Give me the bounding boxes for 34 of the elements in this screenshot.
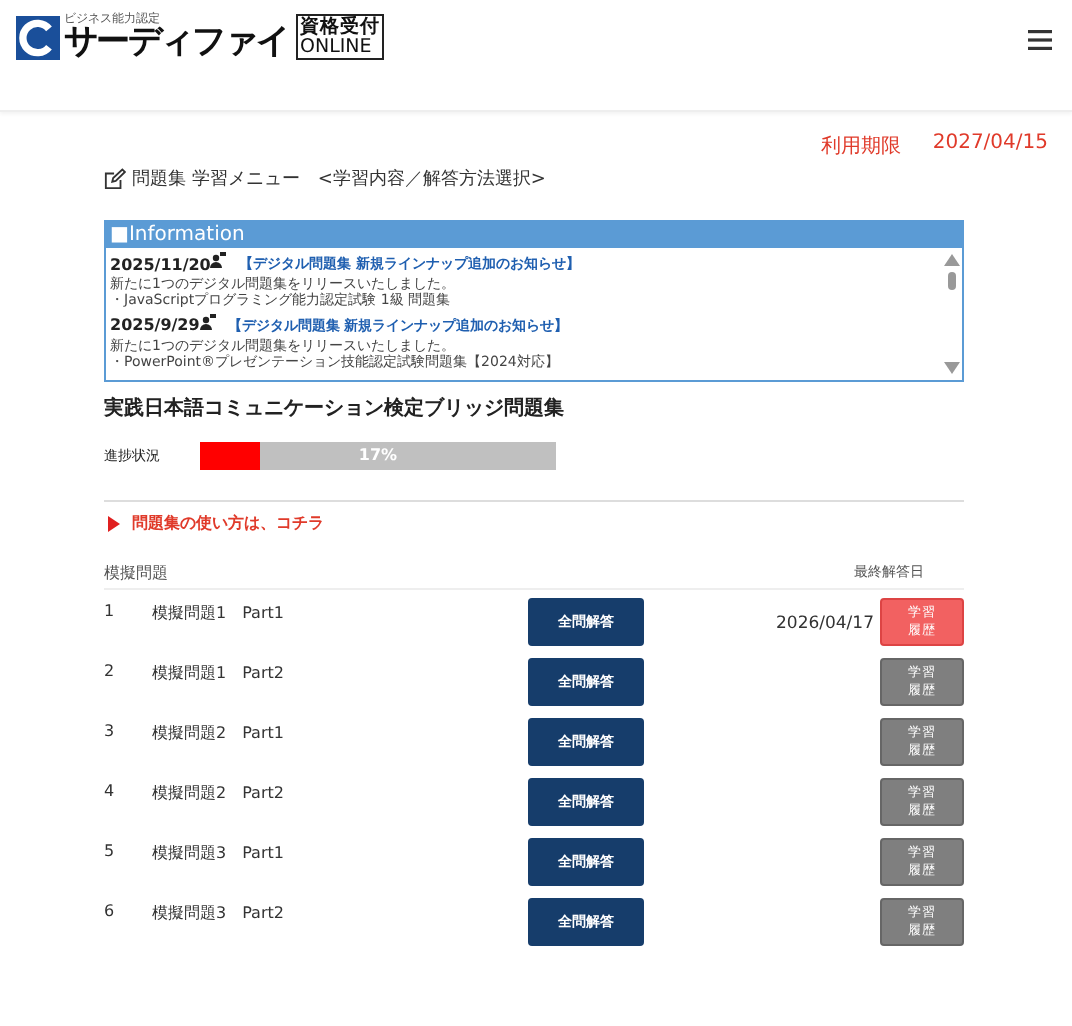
- exam-name: 模擬問題2 Part1: [152, 722, 286, 744]
- user-icon: [210, 252, 227, 268]
- row-number: 5: [104, 842, 117, 860]
- exam-name: 模擬問題3 Part1: [152, 842, 286, 864]
- row-number: 2: [104, 662, 117, 680]
- information-title: ■Information: [106, 222, 962, 248]
- exam-name: 模擬問題1 Part2: [152, 662, 286, 684]
- expiry-date: 2027/04/15: [932, 132, 1048, 158]
- exam-name: 模擬問題3 Part2: [152, 902, 286, 924]
- exam-name: 模擬問題1 Part1: [152, 602, 286, 624]
- logo-brand: サーディファイ: [64, 26, 288, 60]
- expiry-label: 利用期限: [820, 133, 901, 160]
- row-number: 6: [104, 902, 117, 920]
- row-number: 4: [104, 782, 117, 800]
- progress-reading: 17%: [356, 444, 400, 468]
- user-icon: [199, 313, 216, 330]
- scroll-up-icon[interactable]: [944, 254, 960, 266]
- column-header: 模擬問題: [104, 562, 168, 584]
- news-date: 2025/9/29: [110, 316, 200, 335]
- menu-icon[interactable]: [1028, 30, 1052, 50]
- scroll-down-icon[interactable]: [944, 362, 960, 374]
- help-link[interactable]: 問題集の使い方は、コチラ: [132, 512, 324, 534]
- logo-icon: [16, 15, 60, 59]
- row-number: 3: [104, 722, 117, 740]
- logo-badge: 資格受付 ONLINE: [296, 14, 384, 60]
- triangle-icon: [108, 515, 120, 531]
- edit-icon: [104, 168, 126, 190]
- row-number: 1: [104, 602, 117, 620]
- last-answered-date: 2026/04/17: [776, 614, 874, 634]
- page-heading: 問題集 学習メニュー <学習内容／解答方法選択>: [132, 167, 546, 192]
- exam-name: 模擬問題2 Part2: [152, 782, 286, 804]
- scrollbar-thumb[interactable]: [948, 272, 956, 290]
- book-title: 実践日本語コミュニケーション検定ブリッジ問題集: [104, 394, 566, 422]
- news-date: 2025/11/20: [110, 255, 211, 273]
